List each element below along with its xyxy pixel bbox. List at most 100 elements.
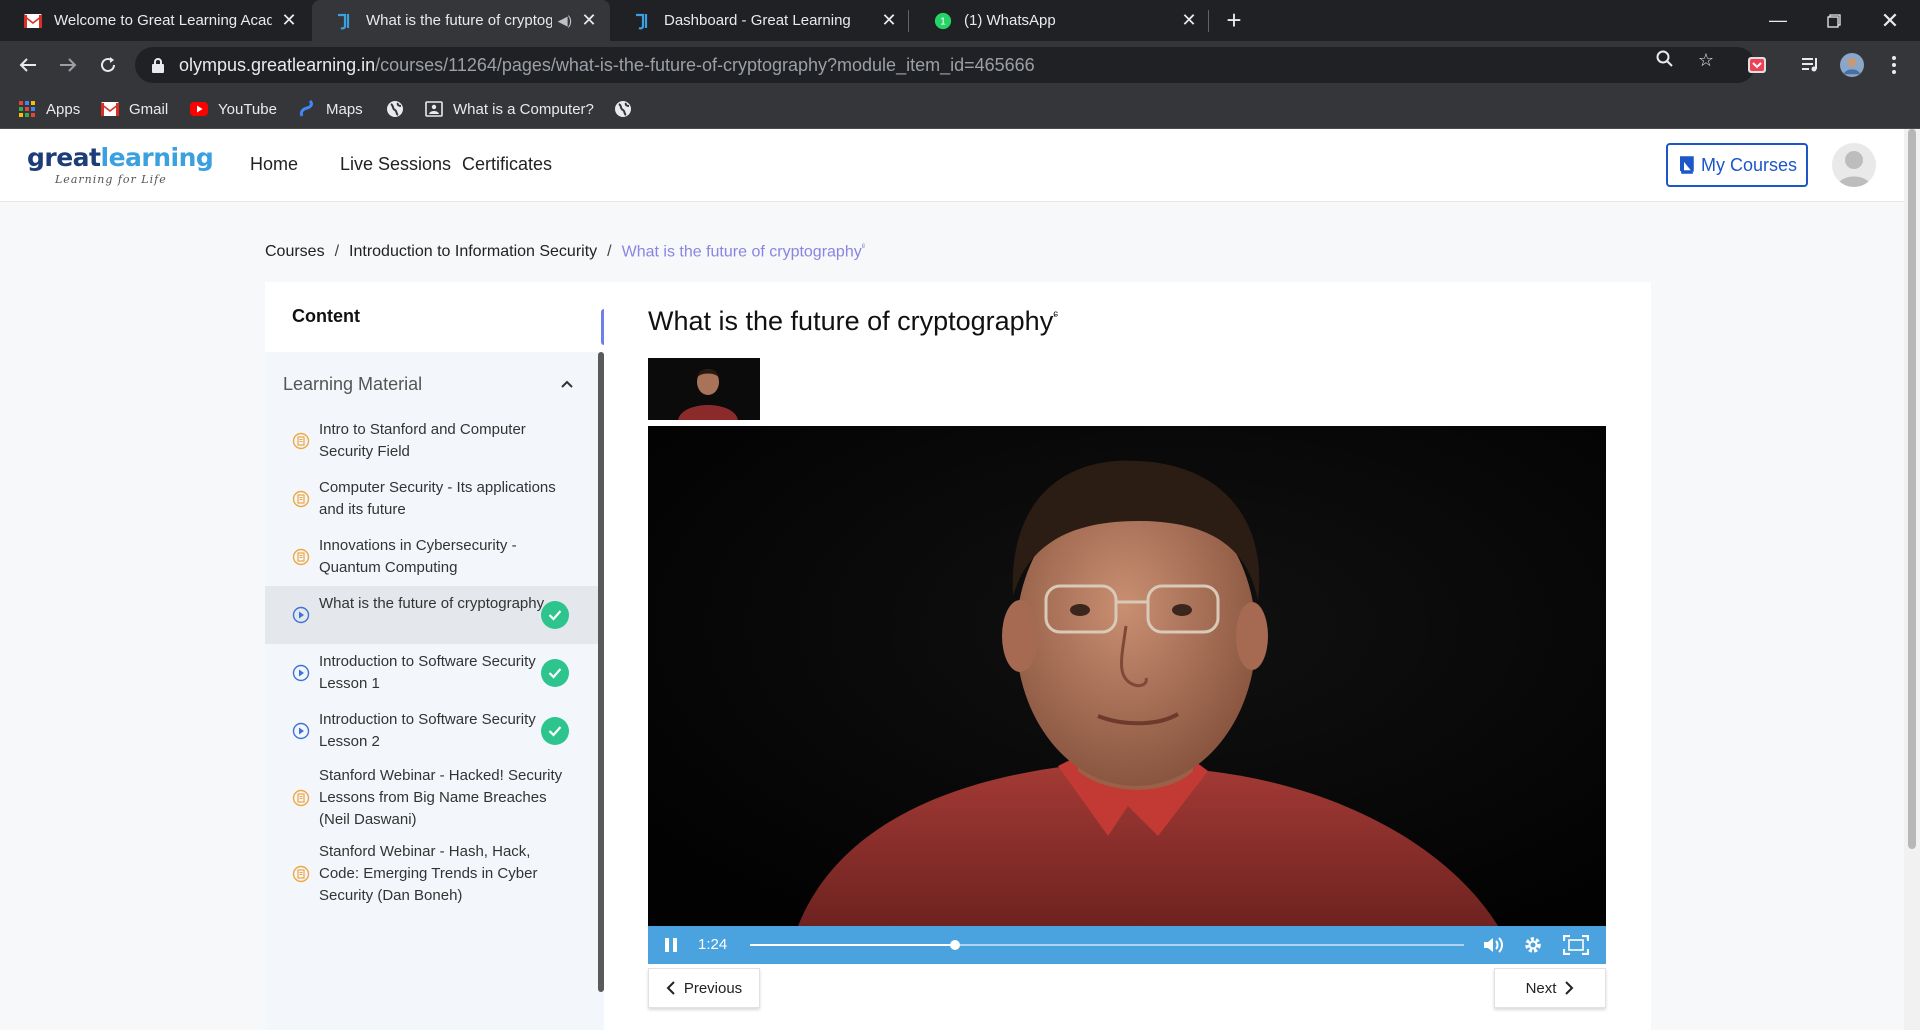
pause-button[interactable]: [656, 926, 686, 964]
close-tab-icon[interactable]: ✕: [280, 10, 298, 30]
sidebar-item[interactable]: Stanford Webinar - Hash, Hack, Code: Eme…: [265, 836, 598, 912]
breadcrumb-current: What is the future of cryptographyᶝ: [621, 242, 866, 261]
sidebar-item[interactable]: Introduction to Software Security Lesson…: [265, 702, 598, 760]
maps-icon: [298, 100, 316, 118]
greatlearning-logo[interactable]: greatlearning Learning for Life: [27, 143, 214, 189]
page-scrollbar[interactable]: [1904, 129, 1920, 1030]
back-button[interactable]: [12, 49, 44, 81]
nav-home[interactable]: Home: [250, 154, 298, 175]
chevron-up-icon[interactable]: [557, 374, 577, 394]
zoom-search-icon[interactable]: [1655, 50, 1675, 70]
breadcrumb-separator: /: [607, 242, 612, 260]
seek-progress: [750, 944, 955, 946]
browser-tab-whatsapp[interactable]: 1 (1) WhatsApp ✕: [910, 0, 1210, 41]
address-bar[interactable]: olympus.greatlearning.in/courses/11264/p…: [135, 47, 1755, 83]
module-title[interactable]: Learning Material: [283, 374, 422, 395]
sidebar-item-label: Introduction to Software Security Lesson…: [319, 653, 536, 692]
close-tab-icon[interactable]: ✕: [580, 10, 598, 30]
sidebar-item[interactable]: Computer Security - Its applications and…: [265, 470, 598, 528]
content-sidebar: Content Learning Material Intro to Stanf…: [265, 282, 604, 1030]
profile-avatar-icon[interactable]: [1840, 53, 1864, 77]
volume-icon[interactable]: [1480, 926, 1510, 964]
site-header: greatlearning Learning for Life Home Liv…: [0, 129, 1904, 202]
bookmark-maps[interactable]: Maps: [298, 89, 363, 129]
close-tab-icon[interactable]: ✕: [880, 10, 898, 30]
reload-button[interactable]: [92, 49, 124, 81]
close-tab-icon[interactable]: ✕: [1180, 10, 1198, 30]
chevron-right-icon: [1565, 981, 1574, 995]
next-button[interactable]: Next: [1494, 968, 1606, 1008]
pdf-icon: [292, 548, 310, 566]
breadcrumb-courses[interactable]: Courses: [265, 243, 325, 261]
lesson-panel: What is the future of cryptographyᶝ 1:24…: [604, 282, 1651, 1030]
nav-live-sessions[interactable]: Live Sessions: [340, 154, 451, 175]
browser-tab-gmail[interactable]: Welcome to Great Learning Acad ✕: [0, 0, 310, 41]
my-courses-label: My Courses: [1700, 154, 1798, 175]
pdf-icon: [292, 432, 310, 450]
pdf-icon: [292, 865, 310, 883]
sidebar-title: Content: [292, 306, 360, 326]
forward-button[interactable]: [52, 49, 84, 81]
pocket-extension-icon[interactable]: [1745, 53, 1769, 77]
bookmark-globe[interactable]: [614, 89, 642, 129]
bookmark-youtube[interactable]: YouTube: [190, 89, 277, 129]
breadcrumb-course[interactable]: Introduction to Information Security: [349, 243, 597, 261]
media-control-icon[interactable]: [1799, 53, 1823, 77]
seek-bar[interactable]: [750, 940, 1464, 950]
page-scrollbar-thumb[interactable]: [1908, 129, 1916, 849]
browser-menu-icon[interactable]: [1882, 53, 1906, 77]
tab-title: Dashboard - Great Learning: [664, 12, 851, 29]
tab-divider: [1208, 10, 1209, 32]
new-tab-button[interactable]: +: [1220, 6, 1248, 34]
bookmark-label: Maps: [326, 100, 363, 118]
tab-divider: [908, 10, 909, 32]
breadcrumb: Courses / Introduction to Information Se…: [265, 242, 865, 261]
url-host: olympus.greatlearning.in: [179, 54, 376, 75]
bookmarks-bar: Apps Gmail YouTube Maps What is a Comput…: [0, 89, 1920, 129]
bookmark-label: Gmail: [129, 100, 169, 118]
settings-gear-icon[interactable]: [1518, 926, 1548, 964]
sidebar-item[interactable]: What is the future of cryptography: [265, 586, 598, 644]
sidebar-item-label: Computer Security - Its applications and…: [319, 479, 556, 518]
bookmark-gmail[interactable]: Gmail: [101, 89, 168, 129]
browser-tab-bar: Welcome to Great Learning Acad ✕ What is…: [0, 0, 1920, 41]
my-courses-button[interactable]: My Courses: [1666, 143, 1808, 187]
youtube-icon: [190, 100, 208, 118]
bookmark-star-icon[interactable]: ☆: [1696, 50, 1716, 70]
greatlearning-icon: [336, 12, 354, 30]
close-window-button[interactable]: ✕: [1862, 0, 1918, 41]
seek-handle[interactable]: [949, 940, 960, 950]
fullscreen-icon[interactable]: [1558, 926, 1594, 964]
video-thumbnail[interactable]: [648, 358, 760, 420]
user-avatar[interactable]: [1832, 143, 1876, 187]
globe-icon: [386, 100, 404, 118]
sidebar-item[interactable]: Stanford Webinar - Hacked! Security Less…: [265, 760, 598, 836]
gmail-icon: [101, 100, 119, 118]
tab-title: What is the future of cryptog: [366, 12, 552, 29]
bookmark-label: Apps: [46, 100, 81, 118]
sidebar-item-label: Innovations in Cybersecurity - Quantum C…: [319, 537, 517, 576]
browser-tab-active[interactable]: What is the future of cryptog ◀) ✕: [312, 0, 610, 41]
page-icon: [425, 100, 443, 118]
bookmark-apps[interactable]: Apps: [18, 89, 80, 129]
restore-button[interactable]: [1806, 0, 1862, 41]
sidebar-item-label: What is the future of cryptography: [319, 595, 545, 612]
logo-tagline: Learning for Life: [55, 173, 167, 186]
speaker-icon[interactable]: ◀): [558, 13, 572, 29]
previous-button[interactable]: Previous: [648, 968, 760, 1008]
browser-toolbar: olympus.greatlearning.in/courses/11264/p…: [0, 41, 1920, 89]
browser-tab-dashboard[interactable]: Dashboard - Great Learning ✕: [610, 0, 910, 41]
sidebar-item[interactable]: Innovations in Cybersecurity - Quantum C…: [265, 528, 598, 586]
bookmark-globe[interactable]: [386, 89, 414, 129]
video-player[interactable]: [648, 426, 1606, 926]
sidebar-item[interactable]: Introduction to Software Security Lesson…: [265, 644, 598, 702]
chevron-left-icon: [666, 981, 675, 995]
minimize-button[interactable]: —: [1750, 0, 1806, 41]
whatsapp-icon: 1: [934, 12, 952, 30]
nav-certificates[interactable]: Certificates: [462, 154, 552, 175]
pdf-icon: [292, 789, 310, 807]
bookmark-what-is-a-computer[interactable]: What is a Computer?: [425, 89, 594, 129]
bookmark-label: YouTube: [218, 100, 277, 118]
sidebar-item[interactable]: Intro to Stanford and Computer Security …: [265, 412, 598, 470]
next-label: Next: [1525, 979, 1557, 997]
